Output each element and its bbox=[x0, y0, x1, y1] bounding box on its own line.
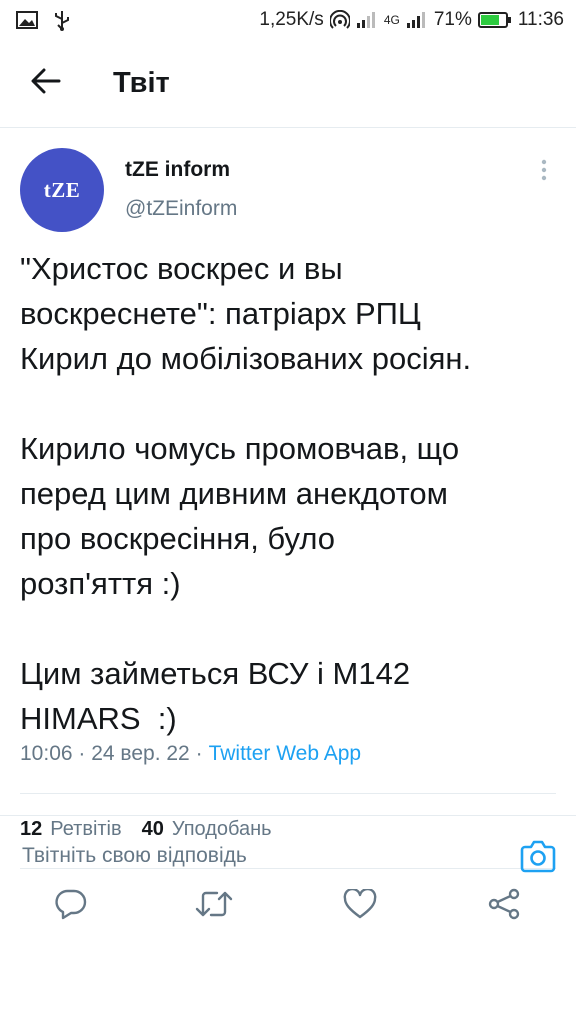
tweet-date: 24 вер. 22 bbox=[91, 742, 190, 765]
author-name[interactable]: tZE inform bbox=[125, 158, 230, 182]
reply-bar bbox=[0, 816, 576, 896]
status-bar-right: 1,25K/s 4G 71% 11:36 bbox=[259, 9, 564, 31]
meta-separator: · bbox=[189, 742, 203, 765]
image-icon bbox=[16, 10, 38, 30]
network-speed: 1,25K/s bbox=[259, 9, 324, 30]
camera-icon bbox=[520, 839, 556, 878]
status-bar-left bbox=[16, 9, 72, 31]
more-vertical-icon bbox=[540, 159, 548, 186]
back-button[interactable] bbox=[16, 54, 76, 114]
tweet-text: "Христос воскрес и вы воскреснете": патр… bbox=[20, 251, 472, 736]
usb-icon bbox=[52, 9, 72, 31]
signal-icon bbox=[356, 11, 378, 29]
camera-button[interactable] bbox=[518, 838, 558, 878]
network-type: 4G bbox=[383, 13, 400, 27]
tweet-source-link[interactable]: Twitter Web App bbox=[209, 742, 362, 766]
reply-input[interactable] bbox=[22, 836, 492, 876]
app-bar: Твіт bbox=[0, 40, 576, 128]
battery-icon bbox=[477, 11, 512, 29]
more-options-button[interactable] bbox=[530, 158, 558, 186]
meta-separator: · bbox=[72, 742, 92, 765]
status-bar: 1,25K/s 4G 71% 11:36 bbox=[0, 0, 576, 40]
page-title: Твіт bbox=[113, 67, 170, 99]
avatar[interactable]: tZE bbox=[20, 148, 104, 232]
tweet-time: 10:06 bbox=[20, 742, 73, 765]
signal-icon bbox=[406, 11, 428, 29]
divider bbox=[20, 793, 556, 794]
author-handle[interactable]: @tZEinform bbox=[125, 197, 237, 221]
back-arrow-icon bbox=[31, 68, 61, 99]
clock: 11:36 bbox=[517, 9, 564, 30]
hotspot-icon bbox=[329, 10, 350, 30]
tweet-meta: 10:06 · 24 вер. 22 · Twitter Web App bbox=[20, 742, 361, 766]
battery-percent: 71% bbox=[433, 9, 472, 30]
avatar-text: tZE bbox=[43, 177, 81, 202]
